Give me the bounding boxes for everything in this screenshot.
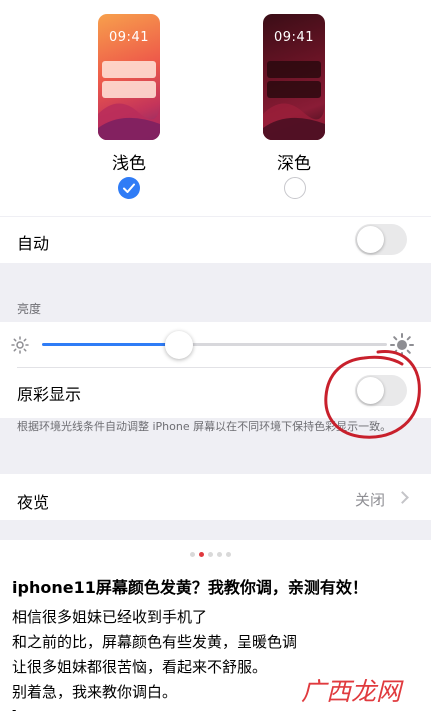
article-paragraph: 让很多姐妹都很苦恼，看起来不舒服。 (12, 658, 268, 676)
carousel-dot[interactable] (226, 552, 231, 557)
wallpaper-wave (263, 103, 325, 140)
article-title: iphone11屏幕颜色发黄？我教你调，亲测有效！ (12, 578, 368, 597)
wallpaper-wave (98, 103, 160, 140)
brightness-track-fill (42, 343, 180, 346)
annotation-circle (324, 350, 421, 439)
night-shift-label: 夜览 (17, 493, 50, 512)
light-mode-label: 浅色 (112, 154, 146, 174)
watermark-logo: 广西龙网 (301, 677, 402, 706)
dark-mode-preview[interactable]: 09:41 (263, 14, 325, 140)
preview-time: 09:41 (274, 30, 314, 45)
toggle-knob (357, 226, 384, 253)
carousel-dot-active[interactable] (199, 552, 204, 557)
article-paragraph: 别着急，我来教你调白。 (12, 683, 178, 701)
preview-notification (267, 61, 321, 78)
appearance-section: 09:41 09:41 浅色 深色 (0, 0, 431, 216)
light-mode-radio[interactable] (118, 177, 140, 199)
article-paragraph: 和之前的比，屏幕颜色有些发黄，呈暖色调 (12, 633, 298, 651)
dark-mode-radio[interactable] (284, 177, 306, 199)
checkmark-icon (123, 183, 135, 193)
sun-small-icon (11, 336, 29, 354)
display-settings: 09:41 09:41 浅色 深色 自动 亮度 原彩显示 根据环境光线条件自动调… (0, 0, 431, 540)
night-shift-value: 关闭 (355, 491, 386, 509)
auto-label: 自动 (17, 234, 50, 253)
dark-mode-label: 深色 (277, 154, 311, 174)
carousel-dot[interactable] (190, 552, 195, 557)
true-tone-label: 原彩显示 (17, 385, 82, 404)
article-paragraph: 相信很多姐妹已经收到手机了 (12, 608, 208, 626)
auto-row: 自动 (0, 217, 431, 263)
carousel-dot[interactable] (208, 552, 213, 557)
carousel-dot[interactable] (217, 552, 222, 557)
brightness-slider-thumb[interactable] (165, 331, 193, 359)
auto-toggle[interactable] (355, 224, 407, 255)
preview-notification (102, 61, 156, 78)
brightness-header: 亮度 (17, 302, 42, 316)
preview-time: 09:41 (109, 30, 149, 45)
light-mode-preview[interactable]: 09:41 (98, 14, 160, 140)
